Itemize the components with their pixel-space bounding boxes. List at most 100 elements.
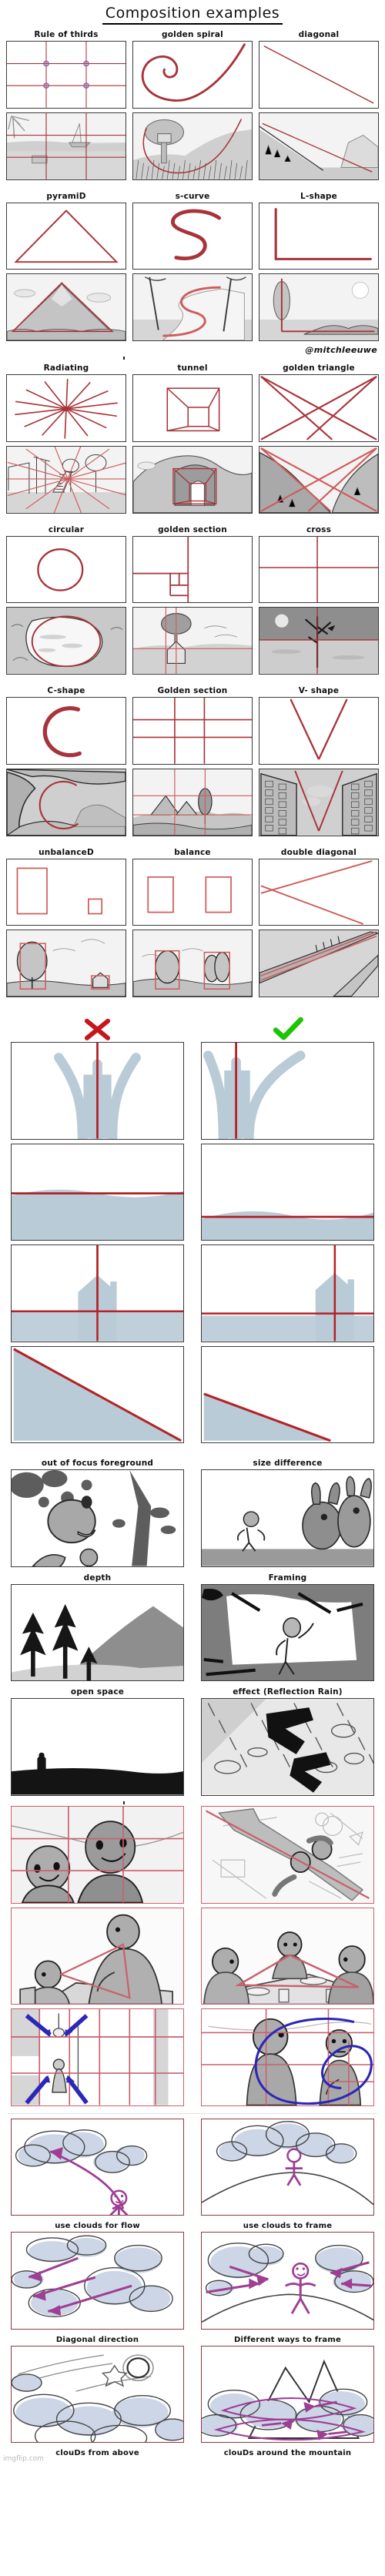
- compare-host: [0, 1042, 385, 1447]
- panel-caption: Rule of thirds: [34, 30, 99, 39]
- tip-caption: Framing: [268, 1573, 307, 1583]
- compare-row: [0, 1244, 385, 1346]
- caption-row: C-shape Golden section V- shape: [0, 684, 385, 697]
- example-panel-mountains-grid: [132, 768, 253, 836]
- compare-row: [0, 1345, 385, 1448]
- example-panel-city-vshape: [259, 768, 379, 836]
- cloud-panel-row: [0, 2232, 385, 2333]
- compare-panel-bad-tree-centered: [11, 1042, 184, 1140]
- diagram-panel-golden-section-small: [132, 535, 253, 604]
- tip-panel-bokeh-foreground: [11, 1469, 184, 1567]
- cloud-caption: clouDs around the mountain: [223, 2449, 352, 2458]
- tip-panel-row: [0, 1469, 385, 1571]
- tip-caption: effect (Reflection Rain): [233, 1687, 343, 1697]
- example-panel-lake-circle: [6, 607, 126, 675]
- cloud-panel-clouds-above: [11, 2345, 184, 2444]
- storyboard-panel-overhead-diagonal: [201, 1805, 374, 1904]
- tip-panel-row: [0, 1583, 385, 1686]
- composition-examples-infographic: Composition examples Rule of thirds golde…: [0, 0, 385, 2464]
- tip-caption: out of focus foreground: [41, 1459, 154, 1469]
- storyboard-panel-table-triangle: [11, 1907, 184, 2005]
- panel-caption: L-shape: [300, 191, 337, 201]
- panel-caption: Radiating: [43, 363, 89, 373]
- tip-caption: depth: [83, 1573, 112, 1583]
- panel-caption: tunnel: [177, 363, 208, 373]
- sections-host: Rule of thirds golden spiral diagonal pyram…: [0, 28, 385, 1007]
- compare-panel-good-house-right: [201, 1244, 374, 1342]
- tip-panel-depth-layers: [11, 1583, 184, 1682]
- cloud-caption: Different ways to frame: [234, 2335, 341, 2344]
- storyboard-host: [0, 1805, 385, 2114]
- panel-caption: s-curve: [175, 191, 210, 201]
- diagram-panel-golden-triangle: [259, 374, 379, 442]
- example-row: [0, 768, 385, 840]
- tip-panel-framing-branches: [201, 1583, 374, 1682]
- storyboard-row: [0, 1805, 385, 1908]
- caption-row: unbalanceD balance double diagonal: [0, 846, 385, 859]
- panel-caption: pyramiD: [46, 191, 86, 201]
- example-panel-roads-doublediagonal: [259, 930, 379, 997]
- cloud-caption: use clouds to frame: [243, 2222, 333, 2231]
- caption-row: circular golden section cross: [0, 523, 385, 536]
- example-panel-tree-lshape: [259, 273, 379, 341]
- panel-caption: diagonal: [298, 30, 340, 39]
- panel-caption: circular: [48, 524, 85, 534]
- panel-caption: V- shape: [298, 686, 340, 695]
- diagram-row: [0, 202, 385, 274]
- diagram-panel-rule-of-thirds: [6, 41, 126, 109]
- diagram-panel-golden-section-grid: [132, 697, 253, 765]
- diagram-row: [0, 697, 385, 769]
- cloud-caption: Diagonal direction: [55, 2335, 139, 2344]
- tip-caption-row: out of focus foreground size difference: [0, 1456, 385, 1469]
- example-row: [0, 112, 385, 184]
- example-panel-mountain-pyramid: [6, 273, 126, 341]
- panel-caption: double diagonal: [280, 847, 357, 857]
- caption-row: Rule of thirds golden spiral diagonal: [0, 28, 385, 41]
- compare-panel-bad-horizon-centered: [11, 1143, 184, 1241]
- caption-row: Radiating tunnel golden triangle: [0, 361, 385, 374]
- example-panel-tree-spiral: [132, 112, 253, 180]
- storyboard-row: [0, 2008, 385, 2110]
- tip-panel-open-space: [11, 1698, 184, 1796]
- tip-caption: open space: [70, 1687, 125, 1697]
- tip-caption: size difference: [253, 1459, 323, 1469]
- storyboard-panel-two-characters-thirds: [11, 1805, 184, 1904]
- stray-dot: [0, 355, 385, 361]
- diagram-panel-radiating: [6, 374, 126, 442]
- example-row: [0, 607, 385, 678]
- page-title: Composition examples: [102, 5, 283, 25]
- compare-header: [0, 1016, 385, 1042]
- cross-mark-icon: [11, 1016, 184, 1042]
- diagram-row: [0, 535, 385, 608]
- panel-caption: cross: [306, 524, 332, 534]
- compare-panel-good-tree-offset: [201, 1042, 374, 1140]
- tip-caption-row: depth Framing: [0, 1571, 385, 1584]
- example-row: [0, 445, 385, 518]
- diagram-panel-diagonal: [259, 41, 379, 109]
- diagram-panel-pyramid: [6, 202, 126, 270]
- example-panel-mountain-diagonal: [259, 112, 379, 180]
- diagram-panel-l-shape: [259, 202, 379, 270]
- panel-caption: golden section: [158, 524, 227, 534]
- check-mark-icon: [201, 1016, 374, 1042]
- example-panel-beach-thirds: [6, 112, 126, 180]
- example-panel-rail-radiating: [6, 445, 126, 514]
- example-row: [0, 273, 385, 345]
- tip-panel-size-difference: [201, 1469, 374, 1567]
- cloud-panel-cloud-ways-frame: [201, 2232, 374, 2330]
- compare-panel-good-diagonal-shallow: [201, 1345, 374, 1444]
- diagram-row: [0, 41, 385, 112]
- compare-panel-bad-house-centered: [11, 1244, 184, 1342]
- cloud-panel-row: [0, 2118, 385, 2220]
- storyboard-panel-hallway-arrows: [11, 2008, 184, 2106]
- diagram-panel-tunnel: [132, 374, 253, 442]
- tip-caption-row: open space effect (Reflection Rain): [0, 1685, 385, 1698]
- diagram-row: [0, 858, 385, 930]
- cloud-panel-clouds-mountain: [201, 2345, 374, 2444]
- compare-row: [0, 1042, 385, 1144]
- panel-caption: C-shape: [47, 686, 85, 695]
- diagram-row: [0, 374, 385, 446]
- cloud-panel-cloud-diagonal: [11, 2232, 184, 2330]
- example-panel-cave-tunnel: [132, 445, 253, 514]
- panel-caption: balance: [174, 847, 211, 857]
